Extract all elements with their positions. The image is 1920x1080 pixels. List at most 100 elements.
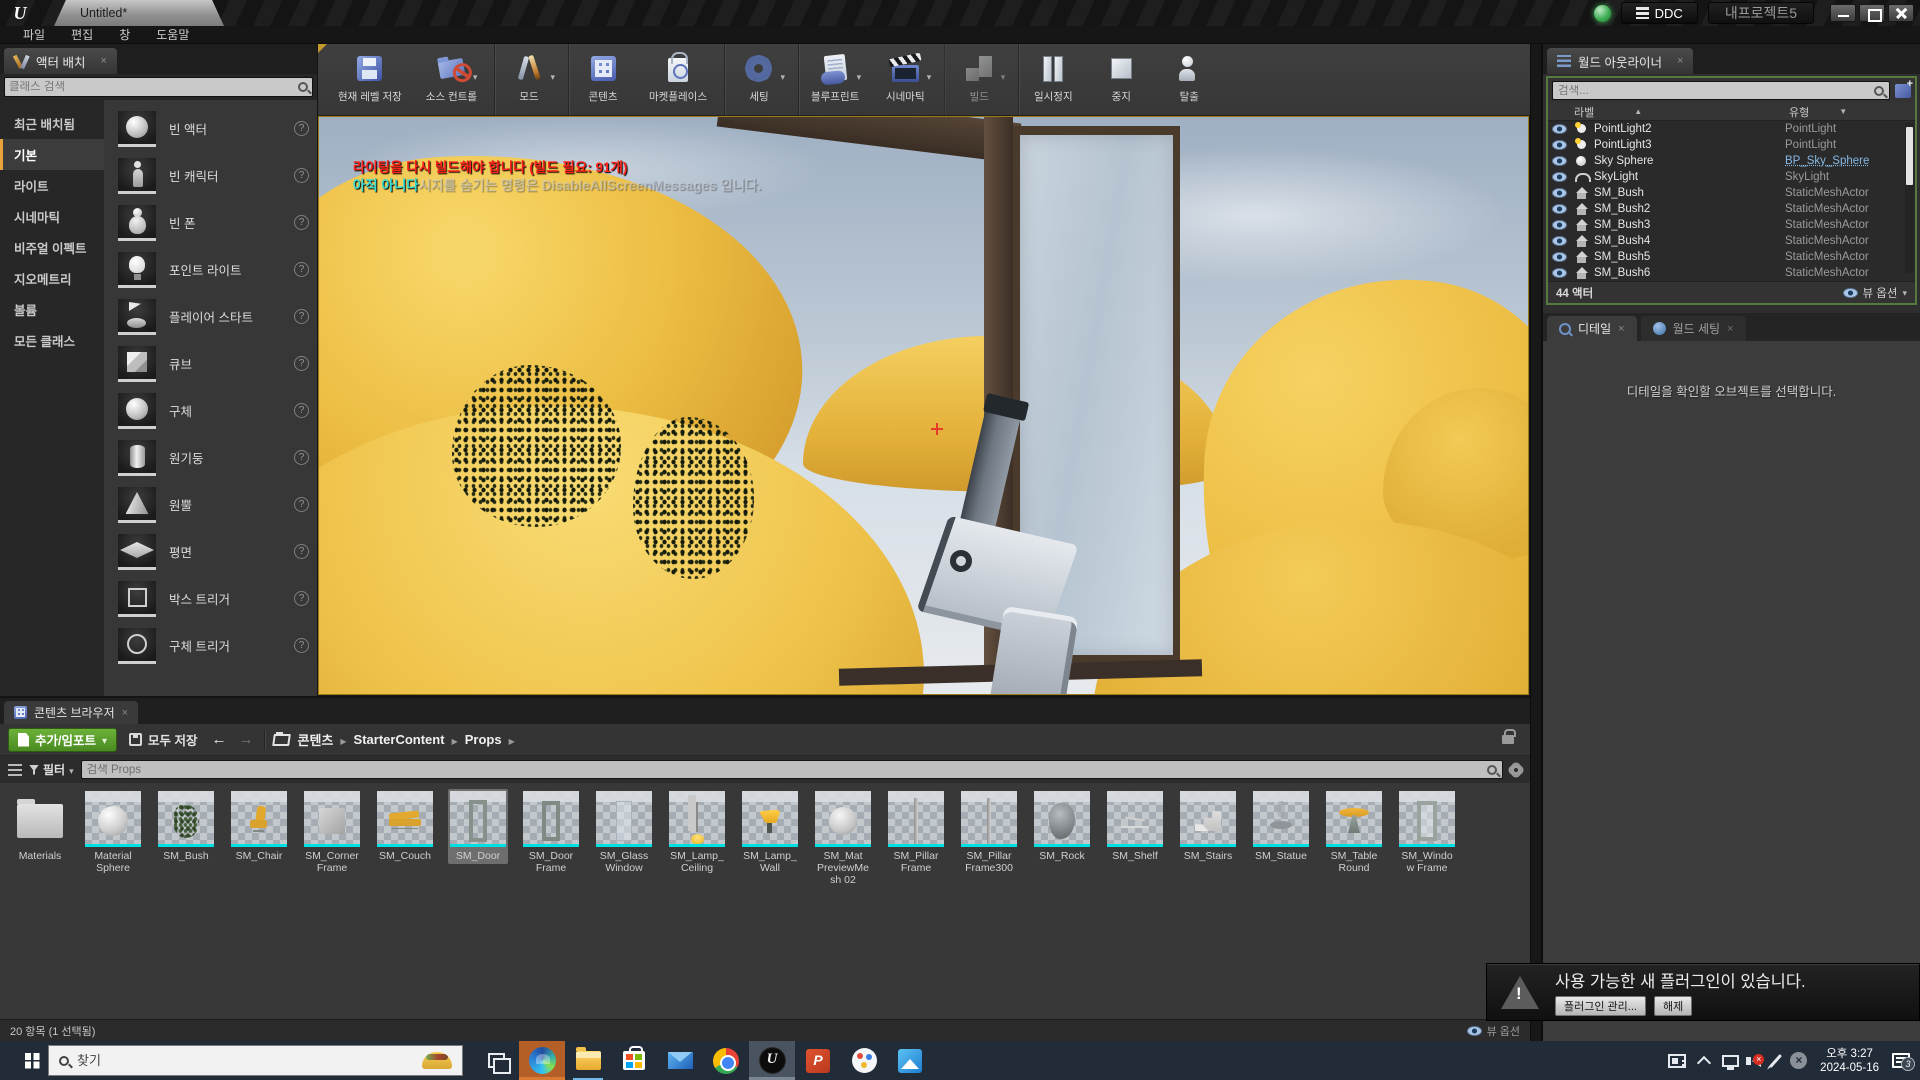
chrome-icon[interactable] bbox=[703, 1041, 749, 1080]
dismiss-button[interactable]: 해제 bbox=[1654, 996, 1692, 1016]
asset-sm-statue[interactable]: SM_Statue bbox=[1251, 789, 1311, 864]
actor-empty-pawn[interactable]: 빈 폰 bbox=[104, 199, 317, 246]
blueprints-button[interactable]: ▾ 블루프린트 bbox=[798, 44, 871, 115]
actor-point-light[interactable]: 포인트 라이트 bbox=[104, 246, 317, 293]
build-button[interactable]: ▾ 빌드 bbox=[944, 44, 1013, 115]
asset-sm-corner-frame[interactable]: SM_Corner Frame bbox=[302, 789, 362, 876]
panel-splitter[interactable] bbox=[1530, 44, 1542, 1041]
edge-icon[interactable] bbox=[519, 1041, 565, 1080]
pen-icon[interactable] bbox=[1769, 1054, 1782, 1068]
actor-plane[interactable]: 평면 bbox=[104, 528, 317, 575]
view-options-button[interactable]: 뷰 옵션 bbox=[1843, 285, 1907, 301]
file-explorer-icon[interactable] bbox=[565, 1041, 611, 1080]
actor-cone[interactable]: 원뿔 bbox=[104, 481, 317, 528]
tab-details[interactable]: 디테일 × bbox=[1547, 316, 1637, 341]
outliner-row-sm-bush3[interactable]: SM_Bush3 StaticMeshActor bbox=[1548, 217, 1915, 233]
cinematics-button[interactable]: ▾ 시네마틱 bbox=[871, 44, 939, 115]
tab-world-outliner[interactable]: 월드 아웃라이너 × bbox=[1547, 48, 1693, 74]
menu-help[interactable]: 도움말 bbox=[143, 26, 202, 43]
close-tab-icon[interactable]: × bbox=[100, 55, 106, 67]
visibility-eye-icon[interactable] bbox=[1552, 236, 1567, 246]
asset-sm-shelf[interactable]: SM_Shelf bbox=[1105, 789, 1165, 864]
actor-empty-character[interactable]: 빈 캐릭터 bbox=[104, 152, 317, 199]
eject-button[interactable]: 탈출 bbox=[1155, 44, 1223, 115]
asset-sm-glass-window[interactable]: SM_Glass Window bbox=[594, 789, 654, 876]
visibility-eye-icon[interactable] bbox=[1552, 268, 1567, 278]
task-view-button[interactable] bbox=[473, 1041, 519, 1080]
lock-icon[interactable] bbox=[1502, 735, 1514, 744]
stop-button[interactable]: 중지 bbox=[1087, 44, 1155, 115]
close-tab-icon[interactable]: × bbox=[1677, 55, 1683, 67]
manage-plugins-button[interactable]: 플러그인 관리... bbox=[1555, 996, 1646, 1016]
maximize-button[interactable] bbox=[1859, 4, 1885, 22]
modes-button[interactable]: ▾ 모드 bbox=[494, 44, 563, 115]
notification-center-icon[interactable]: 3 bbox=[1892, 1053, 1910, 1068]
close-tab-icon[interactable]: × bbox=[1618, 323, 1624, 335]
actor-sphere-trigger[interactable]: 구체 트리거 bbox=[104, 622, 317, 669]
network-icon[interactable] bbox=[1722, 1055, 1739, 1067]
actor-empty-actor[interactable]: 빈 액터 bbox=[104, 105, 317, 152]
asset-sm-chair[interactable]: SM_Chair bbox=[229, 789, 289, 864]
outliner-search-box[interactable] bbox=[1552, 81, 1890, 100]
tab-world-settings[interactable]: 월드 세팅 × bbox=[1641, 316, 1746, 341]
actor-cube[interactable]: 큐브 bbox=[104, 340, 317, 387]
visibility-eye-icon[interactable] bbox=[1552, 172, 1567, 182]
column-label[interactable]: 라벨 bbox=[1574, 104, 1594, 120]
close-button[interactable] bbox=[1888, 4, 1914, 22]
pause-button[interactable]: 일시정지 bbox=[1018, 44, 1087, 115]
asset-search-input[interactable] bbox=[87, 764, 1487, 776]
category-visual-effects[interactable]: 비주얼 이펙트 bbox=[0, 232, 104, 263]
asset-materials-folder[interactable]: Materials bbox=[10, 789, 70, 864]
category-volumes[interactable]: 볼륨 bbox=[0, 294, 104, 325]
outliner-row-sm-bush[interactable]: SM_Bush StaticMeshActor bbox=[1548, 185, 1915, 201]
asset-material-sphere[interactable]: Material Sphere bbox=[83, 789, 143, 876]
taskbar-search-input[interactable] bbox=[77, 1053, 414, 1068]
menu-edit[interactable]: 편집 bbox=[58, 26, 106, 43]
asset-sm-stairs[interactable]: SM_Stairs bbox=[1178, 789, 1238, 864]
scrollbar-thumb[interactable] bbox=[1906, 127, 1913, 185]
ddc-button[interactable]: DDC bbox=[1621, 2, 1698, 24]
category-recently-placed[interactable]: 최근 배치됨 bbox=[0, 108, 104, 139]
minimize-button[interactable] bbox=[1830, 4, 1856, 22]
outliner-row-skylight[interactable]: SkyLight SkyLight bbox=[1548, 169, 1915, 185]
category-geometry[interactable]: 지오메트리 bbox=[0, 263, 104, 294]
asset-sm-lamp-ceiling[interactable]: SM_Lamp_ Ceiling bbox=[667, 789, 727, 876]
visibility-eye-icon[interactable] bbox=[1552, 140, 1567, 150]
filter-button[interactable]: 필터 bbox=[29, 761, 74, 778]
outliner-search-input[interactable] bbox=[1558, 85, 1874, 97]
close-tab-icon[interactable]: × bbox=[122, 707, 128, 719]
marketplace-button[interactable]: 마켓플레이스 bbox=[637, 44, 719, 115]
start-button[interactable] bbox=[0, 1041, 48, 1080]
visibility-eye-icon[interactable] bbox=[1552, 204, 1567, 214]
asset-sm-door-frame[interactable]: SM_Door Frame bbox=[521, 789, 581, 876]
asset-search-box[interactable] bbox=[81, 760, 1503, 779]
add-actor-icon[interactable] bbox=[1895, 84, 1911, 98]
powerpoint-icon[interactable] bbox=[795, 1041, 841, 1080]
document-tab[interactable]: Untitled* bbox=[54, 0, 224, 26]
visibility-eye-icon[interactable] bbox=[1552, 220, 1567, 230]
view-options-button[interactable]: 뷰 옵션 bbox=[1467, 1023, 1520, 1039]
taskbar-search-box[interactable] bbox=[48, 1045, 463, 1076]
add-import-button[interactable]: 추가/임포트 bbox=[8, 728, 117, 752]
asset-sm-door[interactable]: SM_Door bbox=[448, 789, 508, 864]
outliner-row-sm-bush2[interactable]: SM_Bush2 StaticMeshActor bbox=[1548, 201, 1915, 217]
column-type[interactable]: 유형 bbox=[1789, 104, 1809, 120]
asset-sm-pillar-frame[interactable]: SM_Pillar Frame bbox=[886, 789, 946, 876]
tab-content-browser[interactable]: 콘텐츠 브라우저 × bbox=[4, 701, 138, 724]
asset-sm-mat-previewmesh-02[interactable]: SM_Mat PreviewMesh 02 bbox=[813, 789, 873, 888]
actor-cylinder[interactable]: 원기둥 bbox=[104, 434, 317, 481]
save-current-level-button[interactable]: 현재 레벨 저장 bbox=[326, 44, 414, 115]
view-settings-icon[interactable] bbox=[1510, 764, 1522, 776]
status-x-icon[interactable] bbox=[1790, 1052, 1807, 1069]
back-button[interactable]: ← bbox=[210, 731, 229, 748]
category-all-classes[interactable]: 모든 클래스 bbox=[0, 325, 104, 356]
menu-window[interactable]: 창 bbox=[106, 26, 143, 43]
widgets-icon[interactable] bbox=[1668, 1054, 1686, 1068]
asset-sm-bush[interactable]: SM_Bush bbox=[156, 789, 216, 864]
content-button[interactable]: 콘텐츠 bbox=[568, 44, 637, 115]
volume-muted-icon[interactable] bbox=[1752, 1055, 1761, 1067]
asset-sm-rock[interactable]: SM_Rock bbox=[1032, 789, 1092, 864]
tab-place-actors[interactable]: 액터 배치 × bbox=[4, 48, 117, 74]
category-cinematic[interactable]: 시네마틱 bbox=[0, 201, 104, 232]
actor-box-trigger[interactable]: 박스 트리거 bbox=[104, 575, 317, 622]
